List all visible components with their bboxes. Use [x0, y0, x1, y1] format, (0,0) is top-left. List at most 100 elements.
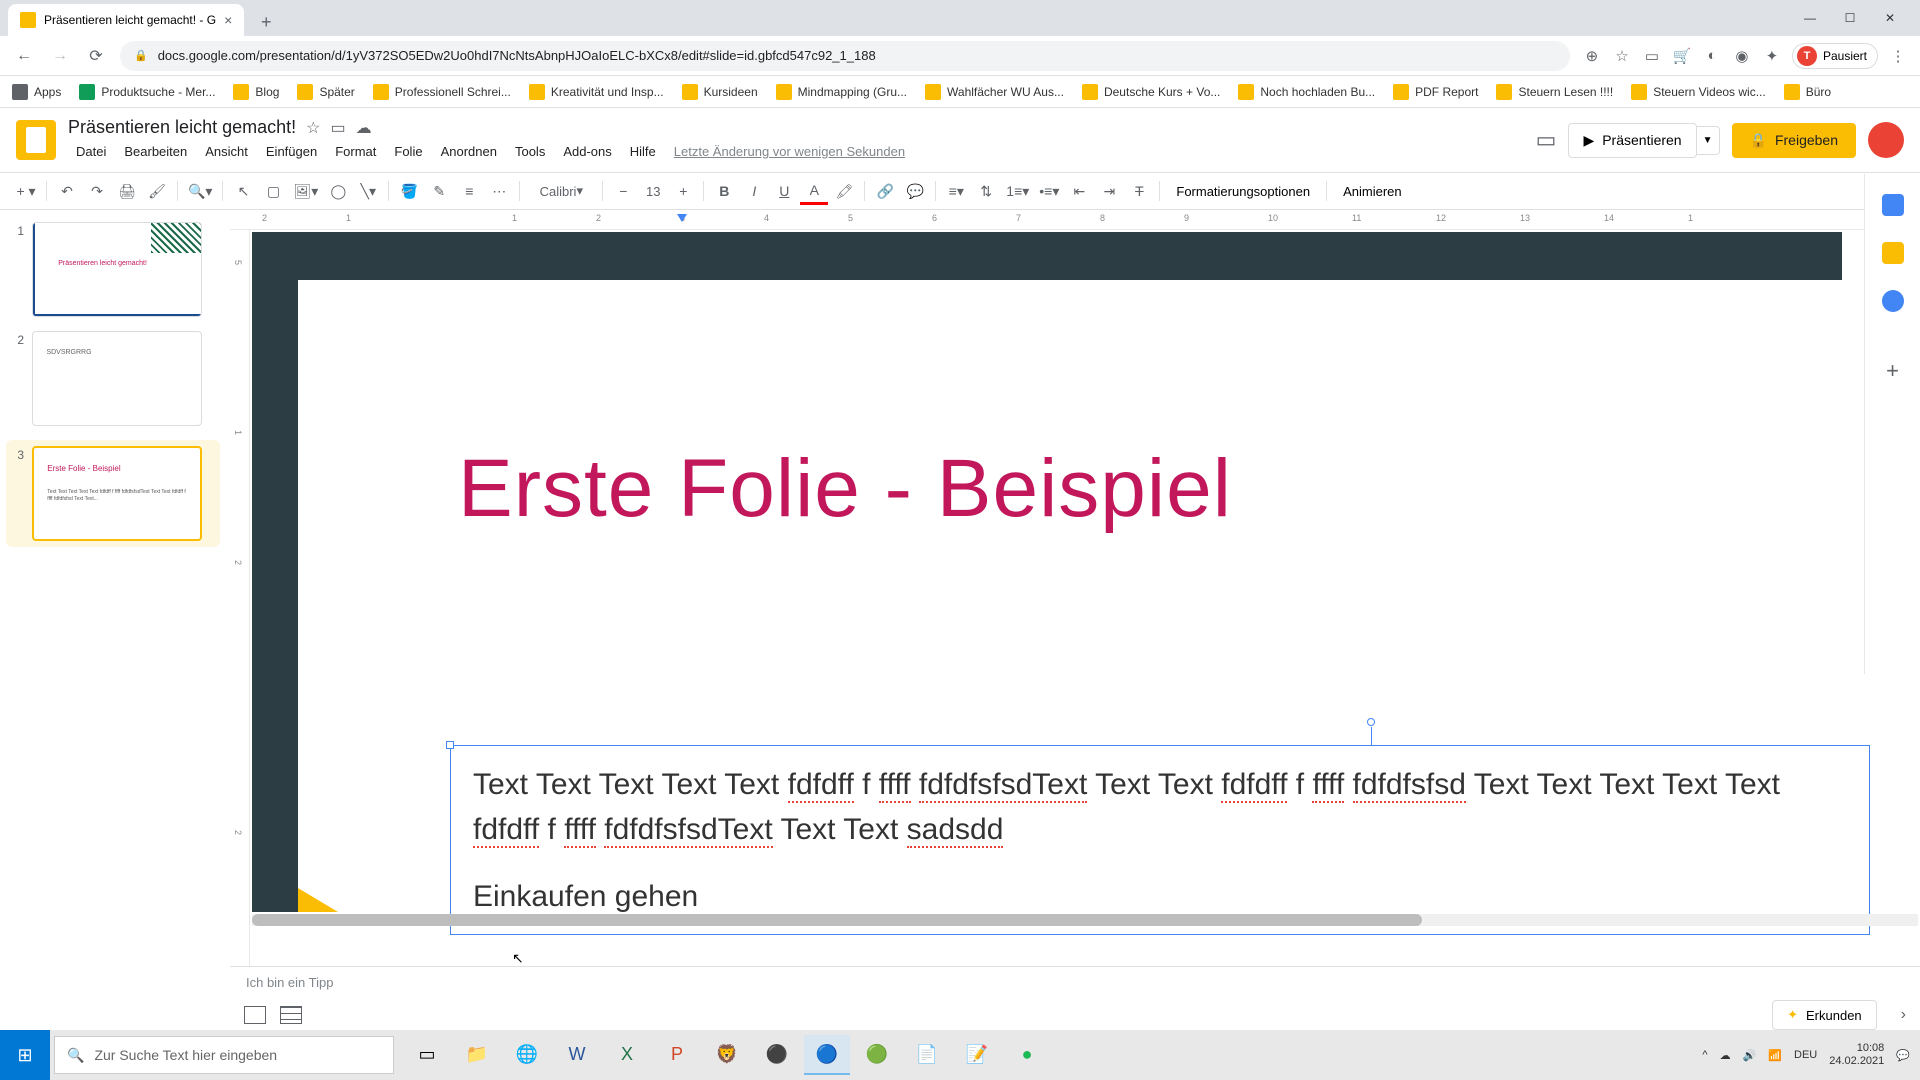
- indent-decrease-button[interactable]: ⇤: [1065, 177, 1093, 205]
- bookmark-item[interactable]: Steuern Videos wic...: [1631, 84, 1766, 100]
- comments-icon[interactable]: ▭: [1536, 127, 1557, 153]
- menu-format[interactable]: Format: [327, 140, 384, 163]
- speaker-notes[interactable]: Ich bin ein Tipp: [230, 966, 1920, 1000]
- slide-canvas[interactable]: Erste Folie - Beispiel Text Text Text Te…: [250, 230, 1920, 966]
- star-icon[interactable]: ☆: [1612, 46, 1632, 66]
- word-icon[interactable]: W: [554, 1035, 600, 1075]
- slides-logo-icon[interactable]: [16, 120, 56, 160]
- menu-ansicht[interactable]: Ansicht: [197, 140, 256, 163]
- incognito-icon[interactable]: ◐: [1702, 46, 1722, 66]
- bookmark-item[interactable]: Deutsche Kurs + Vo...: [1082, 84, 1220, 100]
- slide-thumbnail-1[interactable]: Präsentieren leicht gemacht!: [32, 222, 202, 317]
- account-avatar[interactable]: [1868, 122, 1904, 158]
- slide-title-text[interactable]: Erste Folie - Beispiel: [458, 442, 1232, 536]
- image-tool[interactable]: 🖼▾: [289, 177, 322, 205]
- font-size-increase[interactable]: +: [669, 177, 697, 205]
- edge2-icon[interactable]: 🟢: [854, 1035, 900, 1075]
- browser-tab[interactable]: Präsentieren leicht gemacht! - G ×: [8, 4, 244, 36]
- last-edit-link[interactable]: Letzte Änderung vor wenigen Sekunden: [666, 140, 913, 163]
- menu-einfuegen[interactable]: Einfügen: [258, 140, 325, 163]
- notepad-icon[interactable]: 📝: [954, 1035, 1000, 1075]
- print-button[interactable]: 🖨: [113, 177, 141, 205]
- bookmark-item[interactable]: Kursideen: [682, 84, 758, 100]
- brave-icon[interactable]: 🦁: [704, 1035, 750, 1075]
- cart-icon[interactable]: 🛒: [1672, 46, 1692, 66]
- language-indicator[interactable]: DEU: [1794, 1049, 1817, 1061]
- align-button[interactable]: ≡▾: [942, 177, 970, 205]
- line-tool[interactable]: ╲▾: [354, 177, 382, 205]
- maximize-icon[interactable]: ☐: [1836, 8, 1864, 28]
- body-text-line2[interactable]: Einkaufen gehen: [473, 880, 1847, 914]
- font-select[interactable]: Calibri ▾: [526, 177, 596, 205]
- obs-icon[interactable]: ⚫: [754, 1035, 800, 1075]
- menu-datei[interactable]: Datei: [68, 140, 114, 163]
- zoom-button[interactable]: 🔍▾: [184, 177, 216, 205]
- profile-chip[interactable]: T Pausiert: [1792, 43, 1878, 69]
- animate-button[interactable]: Animieren: [1333, 184, 1412, 199]
- menu-anordnen[interactable]: Anordnen: [433, 140, 505, 163]
- indent-marker-icon[interactable]: [677, 214, 687, 222]
- bookmark-item[interactable]: Kreativität und Insp...: [529, 84, 664, 100]
- menu-icon[interactable]: ⋮: [1888, 46, 1908, 66]
- indent-increase-button[interactable]: ⇥: [1095, 177, 1123, 205]
- explorer-icon[interactable]: 📁: [454, 1035, 500, 1075]
- chrome-icon[interactable]: 🔵: [804, 1035, 850, 1075]
- format-options-button[interactable]: Formatierungsoptionen: [1166, 184, 1320, 199]
- body-text-line1[interactable]: Text Text Text Text Text fdfdff f ffff f…: [473, 762, 1847, 852]
- bookmark-item[interactable]: PDF Report: [1393, 84, 1478, 100]
- underline-button[interactable]: U: [770, 177, 798, 205]
- document-title[interactable]: Präsentieren leicht gemacht!: [68, 117, 296, 138]
- undo-button[interactable]: ↶: [53, 177, 81, 205]
- rotate-handle-icon[interactable]: [1367, 718, 1375, 726]
- bookmark-item[interactable]: Steuern Lesen !!!!: [1496, 84, 1613, 100]
- onedrive-icon[interactable]: ☁: [1720, 1049, 1731, 1062]
- slide-thumbnail-2[interactable]: SDVSRGRRG: [32, 331, 202, 426]
- back-icon[interactable]: ←: [12, 44, 36, 68]
- bookmark-item[interactable]: Blog: [233, 84, 279, 100]
- font-size-input[interactable]: 13: [639, 177, 667, 205]
- present-button[interactable]: ▶ Präsentieren: [1568, 123, 1696, 158]
- bookmark-item[interactable]: Büro: [1784, 84, 1831, 100]
- bookmark-item[interactable]: Professionell Schrei...: [373, 84, 511, 100]
- numbered-list-button[interactable]: 1≡▾: [1002, 177, 1033, 205]
- edge-icon[interactable]: 🌐: [504, 1035, 550, 1075]
- spotify-icon[interactable]: ●: [1004, 1035, 1050, 1075]
- clear-format-button[interactable]: T: [1125, 177, 1153, 205]
- vertical-ruler[interactable]: 5 1 2 2: [230, 230, 250, 966]
- thumbnail-row[interactable]: 2 SDVSRGRRG: [10, 331, 220, 426]
- keep-icon[interactable]: [1882, 242, 1904, 264]
- close-window-icon[interactable]: ✕: [1876, 8, 1904, 28]
- scrollbar-thumb[interactable]: [252, 914, 1422, 926]
- new-tab-button[interactable]: +: [252, 8, 280, 36]
- reader-icon[interactable]: ▭: [1642, 46, 1662, 66]
- windows-search[interactable]: 🔍 Zur Suche Text hier eingeben: [54, 1036, 394, 1074]
- redo-button[interactable]: ↷: [83, 177, 111, 205]
- horizontal-ruler[interactable]: 2 1 1 2 3 4 5 6 7 8 9 10 11 12 13 14 1: [230, 210, 1920, 230]
- share-button[interactable]: 🔒 Freigeben: [1732, 123, 1856, 158]
- select-tool[interactable]: ↖: [229, 177, 257, 205]
- italic-button[interactable]: I: [740, 177, 768, 205]
- bookmark-item[interactable]: Noch hochladen Bu...: [1238, 84, 1375, 100]
- new-slide-button[interactable]: + ▾: [12, 177, 40, 205]
- highlight-button[interactable]: 🖍: [830, 177, 858, 205]
- forward-icon[interactable]: →: [48, 44, 72, 68]
- excel-icon[interactable]: X: [604, 1035, 650, 1075]
- bookmark-item[interactable]: Später: [297, 84, 354, 100]
- extensions-icon[interactable]: ✦: [1762, 46, 1782, 66]
- text-color-button[interactable]: A: [800, 177, 828, 205]
- volume-icon[interactable]: 🔊: [1743, 1049, 1757, 1062]
- cloud-icon[interactable]: ☁: [356, 118, 372, 138]
- bulleted-list-button[interactable]: •≡▾: [1035, 177, 1063, 205]
- bookmark-apps[interactable]: Apps: [12, 84, 61, 100]
- add-addon-icon[interactable]: +: [1886, 358, 1899, 384]
- link-button[interactable]: 🔗: [871, 177, 899, 205]
- border-weight-button[interactable]: ≡: [455, 177, 483, 205]
- grid-view-button[interactable]: [280, 1006, 302, 1024]
- tray-chevron-icon[interactable]: ^: [1702, 1049, 1707, 1061]
- move-icon[interactable]: ▭: [330, 118, 345, 138]
- menu-bearbeiten[interactable]: Bearbeiten: [116, 140, 195, 163]
- app-icon[interactable]: 📄: [904, 1035, 950, 1075]
- reload-icon[interactable]: ⟳: [84, 44, 108, 68]
- filmstrip-view-button[interactable]: [244, 1006, 266, 1024]
- fill-color-button[interactable]: 🪣: [395, 177, 423, 205]
